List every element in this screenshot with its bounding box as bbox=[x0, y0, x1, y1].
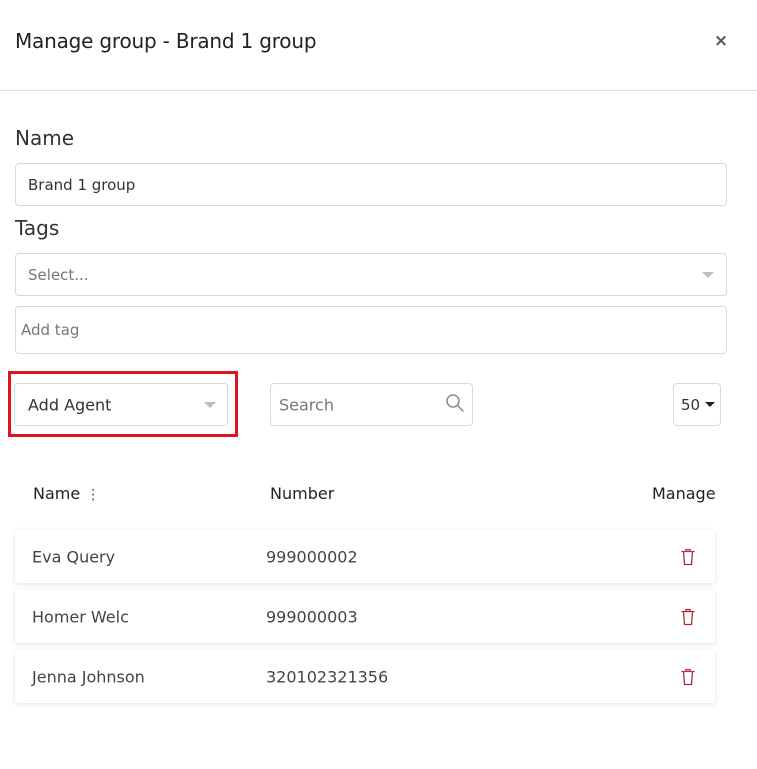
column-header-manage: Manage bbox=[652, 484, 716, 503]
add-agent-dropdown[interactable]: Add Agent bbox=[14, 383, 228, 426]
name-label: Name bbox=[15, 126, 75, 150]
dialog-title: Manage group - Brand 1 group bbox=[15, 29, 317, 53]
chevron-down-icon bbox=[204, 402, 216, 408]
agent-name: Eva Query bbox=[32, 547, 116, 566]
search-placeholder: Search bbox=[279, 395, 334, 414]
tags-label: Tags bbox=[15, 216, 60, 240]
sort-icon[interactable]: ⋮ bbox=[86, 487, 100, 503]
column-header-number: Number bbox=[270, 484, 335, 503]
group-name-input[interactable]: Brand 1 group bbox=[15, 163, 727, 206]
trash-icon[interactable] bbox=[681, 548, 695, 566]
table-row: Homer Welc 999000003 bbox=[15, 590, 715, 643]
column-header-name-label: Name bbox=[33, 484, 81, 503]
agent-name: Jenna Johnson bbox=[32, 667, 145, 686]
agent-name: Homer Welc bbox=[32, 607, 129, 626]
table-row: Jenna Johnson 320102321356 bbox=[15, 650, 715, 703]
agent-number: 999000002 bbox=[266, 547, 358, 566]
close-icon[interactable]: × bbox=[710, 30, 732, 52]
page-size-select[interactable]: 50 bbox=[673, 383, 721, 426]
agent-number: 320102321356 bbox=[266, 667, 389, 686]
add-tag-placeholder: Add tag bbox=[21, 321, 80, 339]
dialog-header: Manage group - Brand 1 group × bbox=[0, 0, 757, 91]
tags-select[interactable]: Select... bbox=[15, 253, 727, 296]
group-name-value: Brand 1 group bbox=[28, 175, 136, 194]
search-icon[interactable] bbox=[445, 393, 465, 417]
caret-down-icon bbox=[705, 402, 715, 407]
table-row: Eva Query 999000002 bbox=[15, 530, 715, 583]
add-agent-label: Add Agent bbox=[28, 395, 112, 414]
agent-number: 999000003 bbox=[266, 607, 358, 626]
trash-icon[interactable] bbox=[681, 668, 695, 686]
chevron-down-icon bbox=[702, 272, 714, 278]
trash-icon[interactable] bbox=[681, 608, 695, 626]
search-input[interactable]: Search bbox=[270, 383, 473, 426]
tags-select-placeholder: Select... bbox=[28, 265, 89, 284]
column-header-name[interactable]: Name ⋮ bbox=[33, 484, 100, 503]
add-tag-input[interactable]: Add tag bbox=[15, 306, 727, 354]
page-size-value: 50 bbox=[681, 395, 701, 414]
